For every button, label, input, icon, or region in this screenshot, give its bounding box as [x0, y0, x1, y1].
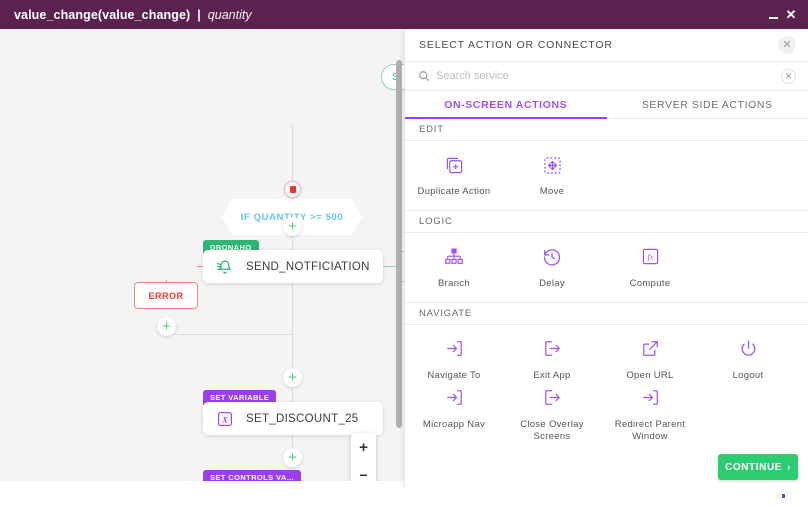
compute-fx-icon: fx — [641, 245, 660, 269]
action-label: Logout — [732, 369, 764, 381]
action-label: Navigate To — [427, 369, 481, 381]
close-icon[interactable]: ✕ — [782, 5, 800, 25]
branch-icon — [444, 245, 464, 269]
chevron-right-icon: › — [787, 461, 791, 473]
svg-text:fx: fx — [647, 253, 653, 262]
zoom-in-button[interactable]: + — [351, 433, 376, 461]
zoom-out-button[interactable]: − — [351, 461, 376, 481]
flow-canvas[interactable]: S IF QUANTITY >= 500 + ERROR — [0, 29, 404, 481]
node-title: SET_DISCOUNT_25 — [246, 412, 359, 425]
panel-header: SELECT ACTION OR CONNECTOR ✕ — [405, 29, 808, 62]
close-overlay-icon — [543, 386, 562, 410]
search-input[interactable] — [432, 70, 781, 82]
section-grid-logic: Branch Delay fx Compute — [405, 233, 808, 303]
stop-node-icon[interactable] — [284, 181, 301, 198]
minimize-icon[interactable] — [764, 5, 782, 25]
bottom-bar — [0, 487, 808, 507]
action-label: Compute — [629, 277, 671, 289]
section-heading-navigate: NAVIGATE — [405, 302, 808, 325]
action-label: Exit App — [533, 369, 571, 381]
action-duplicate-action[interactable]: Duplicate Action — [405, 153, 503, 202]
search-clear-icon[interactable]: ✕ — [781, 68, 796, 84]
action-compute[interactable]: fx Compute — [601, 245, 699, 294]
redirect-parent-icon — [641, 386, 660, 410]
action-move[interactable]: Move — [503, 153, 601, 202]
action-label: Microapp Nav — [422, 418, 486, 430]
search-icon — [418, 70, 432, 82]
duplicate-action-icon — [445, 153, 464, 177]
action-redirect-parent-window[interactable]: Redirect Parent Window — [601, 386, 699, 447]
svg-text:X: X — [221, 415, 228, 424]
exit-app-icon — [543, 337, 562, 361]
title-separator: | — [197, 7, 201, 22]
zoom-controls[interactable]: + − — [351, 433, 376, 481]
action-navigate-to[interactable]: Navigate To — [405, 337, 503, 386]
section-heading-edit: EDIT — [405, 119, 808, 141]
action-delay[interactable]: Delay — [503, 245, 601, 294]
move-icon — [543, 153, 562, 177]
app-window: value_change(value_change) | quantity ✕ … — [0, 0, 808, 507]
panel-close-icon[interactable]: ✕ — [778, 36, 796, 54]
connector-line — [292, 124, 293, 184]
canvas-vertical-scrollbar[interactable] — [396, 60, 402, 428]
action-label: Redirect Parent Window — [614, 418, 686, 442]
add-action-button[interactable]: + — [283, 368, 302, 387]
node-title: SEND_NOTFICIATION — [246, 260, 370, 273]
action-logout[interactable]: Logout — [699, 337, 797, 386]
action-microapp-nav[interactable]: Microapp Nav — [405, 386, 503, 447]
action-label: Move — [539, 186, 565, 197]
action-label: Delay — [539, 277, 565, 289]
search-bar: ✕ — [405, 62, 808, 91]
panel-tabs: ON-SCREEN ACTIONS SERVER SIDE ACTIONS — [405, 91, 808, 119]
tab-server-side-actions[interactable]: SERVER SIDE ACTIONS — [607, 91, 808, 118]
action-open-url[interactable]: Open URL — [601, 337, 699, 386]
action-label: Open URL — [626, 369, 674, 381]
flow-node-set-discount-25[interactable]: X SET_DISCOUNT_25 — [203, 402, 383, 435]
add-action-button[interactable]: + — [157, 317, 176, 336]
window-title: value_change(value_change) — [14, 7, 191, 22]
title-bar: value_change(value_change) | quantity ✕ — [0, 0, 808, 29]
action-branch[interactable]: Branch — [405, 245, 503, 294]
flow-node-send-notification[interactable]: SEND_NOTFICIATION — [203, 250, 383, 283]
action-close-overlay-screens[interactable]: Close Overlay Screens — [503, 386, 601, 447]
microapp-nav-icon — [445, 386, 464, 410]
continue-button[interactable]: CONTINUE › — [718, 454, 798, 480]
add-action-button[interactable]: + — [283, 448, 302, 467]
error-branch-chip[interactable]: ERROR — [134, 282, 198, 309]
action-exit-app[interactable]: Exit App — [503, 337, 601, 386]
flow-canvas-inner: S IF QUANTITY >= 500 + ERROR — [0, 29, 404, 481]
action-label: Close Overlay Screens — [520, 418, 584, 442]
add-action-button[interactable]: + — [283, 217, 302, 236]
action-label: Duplicate Action — [417, 186, 491, 197]
open-url-icon — [641, 337, 660, 361]
delay-clock-icon — [542, 245, 562, 269]
continue-label: CONTINUE — [725, 461, 783, 473]
connector-line — [166, 334, 293, 335]
node-badge-set-controls-value: SET CONTROLS VA... — [203, 470, 302, 481]
section-heading-logic: LOGIC — [405, 210, 808, 233]
variable-x-icon: X — [214, 408, 236, 430]
tab-on-screen-actions[interactable]: ON-SCREEN ACTIONS — [405, 91, 607, 119]
logout-power-icon — [739, 337, 758, 361]
panel-title: SELECT ACTION OR CONNECTOR — [419, 39, 613, 51]
navigate-to-icon — [445, 337, 464, 361]
section-grid-navigate: Navigate To Exit App Open URL Logout Mic… — [405, 325, 808, 455]
action-label: Branch — [438, 277, 470, 289]
action-sections: EDIT Duplicate Action Move LOGIC Branch … — [405, 119, 808, 489]
window-subtitle: quantity — [207, 7, 252, 22]
bell-notification-icon — [214, 256, 236, 278]
status-dot — [782, 494, 785, 498]
action-selector-panel: SELECT ACTION OR CONNECTOR ✕ ✕ ON-SCREEN… — [404, 29, 808, 487]
section-grid-edit: Duplicate Action Move — [405, 141, 808, 211]
